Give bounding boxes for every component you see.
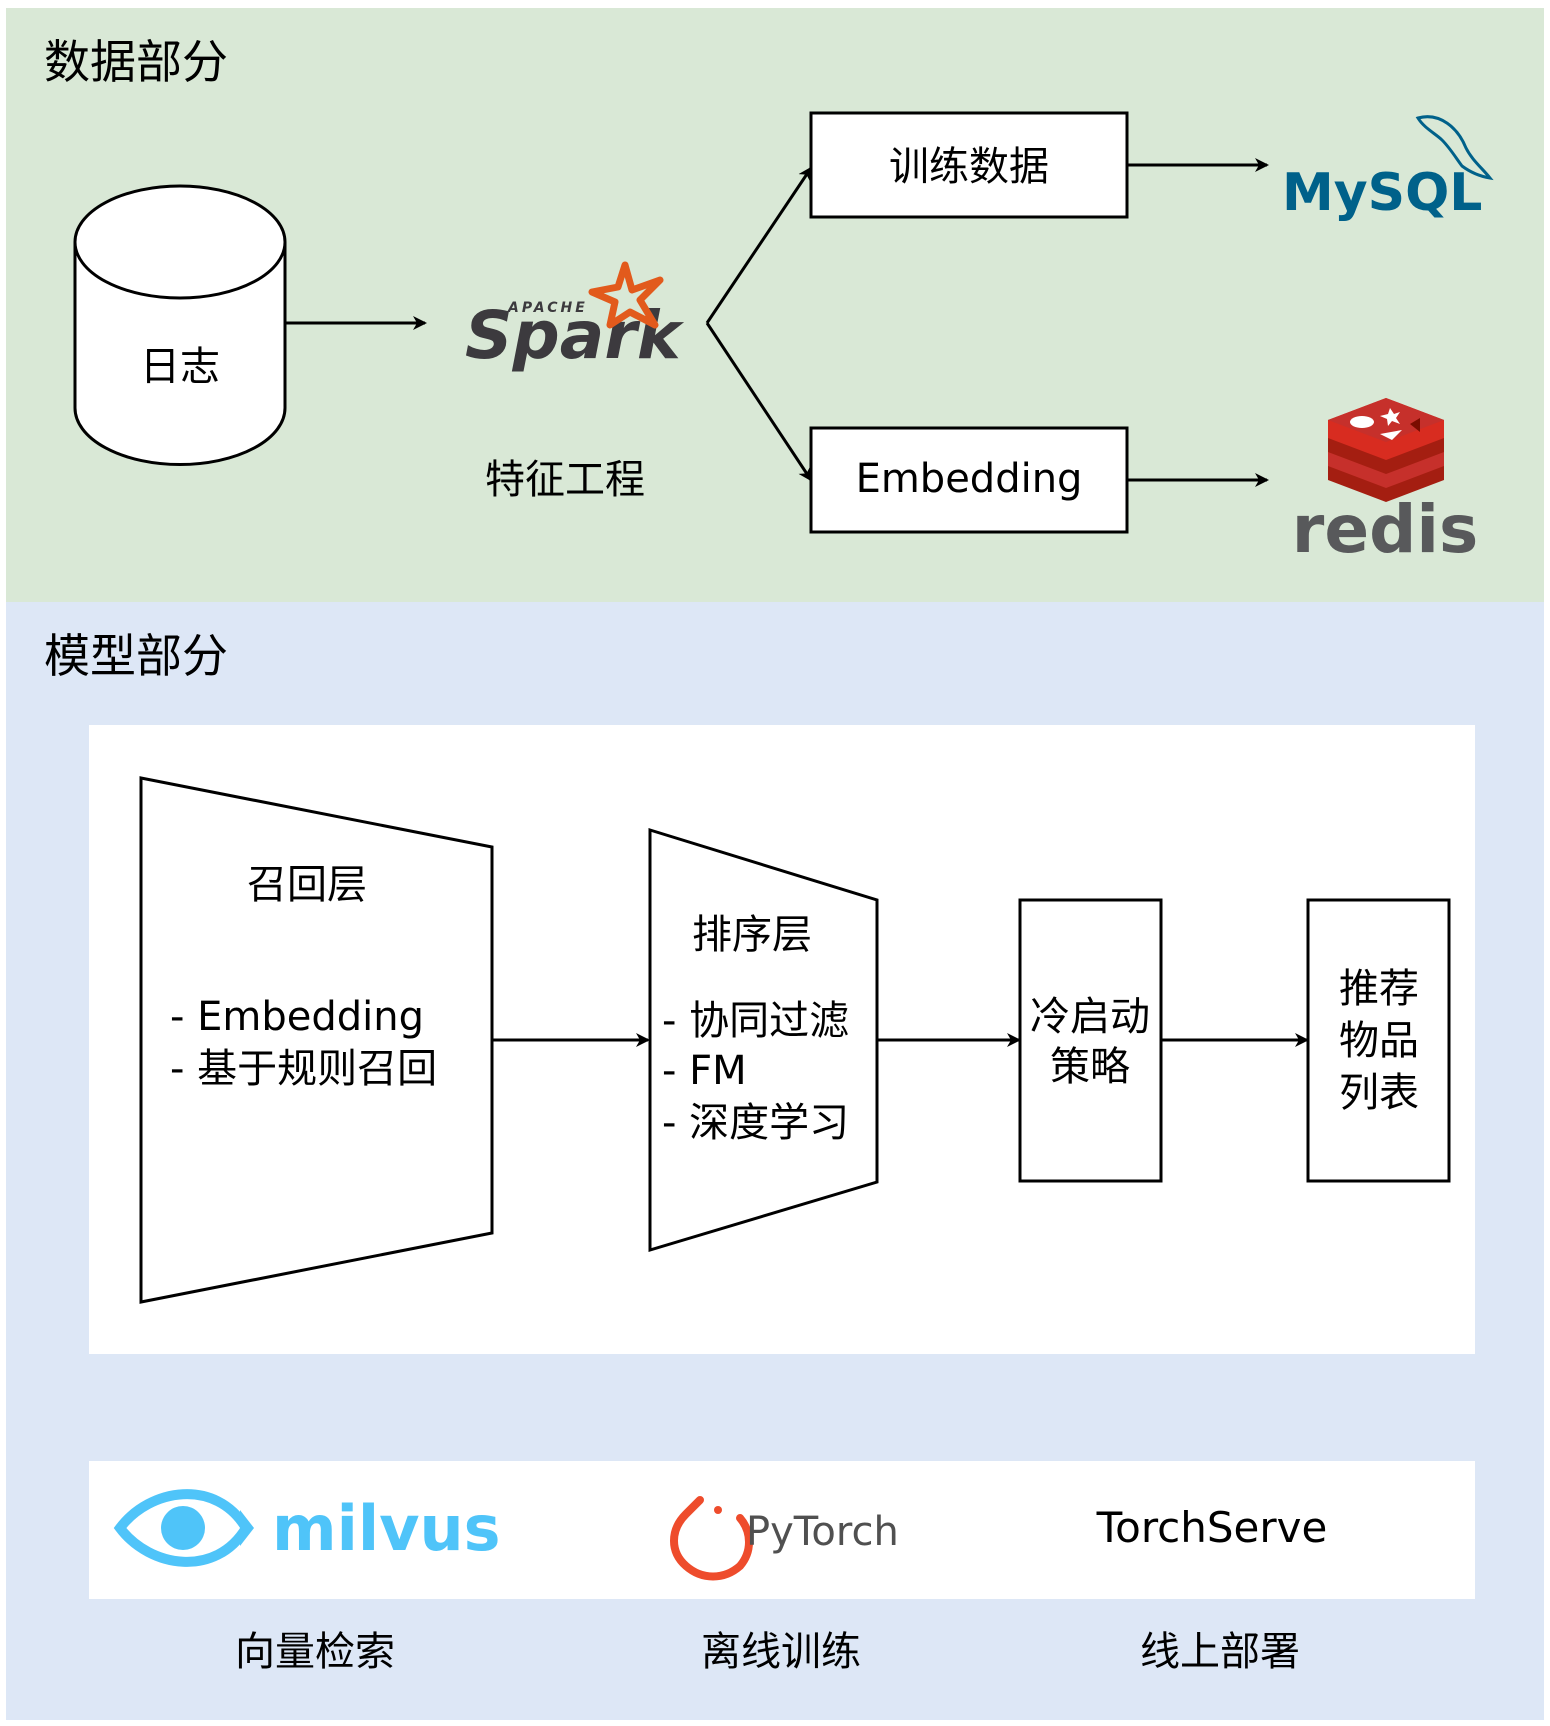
torchserve-logo-text: TorchServe xyxy=(1096,1503,1328,1552)
model-section-title: 模型部分 xyxy=(44,629,228,683)
architecture-diagram: 数据部分 日志 APACHE Spark 特征工程 训练数据 Embedding… xyxy=(6,8,1544,1720)
mysql-logo-text: MySQL xyxy=(1282,163,1482,223)
recall-layer-item: - Embedding xyxy=(170,994,424,1040)
recall-layer-title: 召回层 xyxy=(247,862,367,908)
recommend-list-label-line: 物品 xyxy=(1339,1018,1419,1064)
recall-layer-item: - 基于规则召回 xyxy=(170,1046,437,1092)
redis-logo-text: redis xyxy=(1292,491,1478,568)
cold-start-box xyxy=(1018,898,1163,1183)
online-deployment-caption: 线上部署 xyxy=(1140,1629,1300,1675)
log-label: 日志 xyxy=(140,344,220,390)
redis-cube-icon xyxy=(1328,398,1444,502)
ranking-layer-item: - 深度学习 xyxy=(662,1100,849,1146)
recommend-list-label-line: 列表 xyxy=(1339,1070,1419,1116)
cold-start-label-line: 策略 xyxy=(1050,1044,1130,1090)
training-data-label: 训练数据 xyxy=(889,144,1049,190)
ranking-layer-title: 排序层 xyxy=(692,912,812,958)
log-database-cylinder xyxy=(73,184,287,466)
offline-training-caption: 离线训练 xyxy=(701,1629,861,1675)
feature-engineering-label: 特征工程 xyxy=(485,457,645,503)
ranking-layer-item: - FM xyxy=(662,1048,747,1094)
ranking-layer-item: - 协同过滤 xyxy=(662,998,849,1044)
vector-search-caption: 向量检索 xyxy=(235,1629,395,1675)
pytorch-logo-text: PyTorch xyxy=(746,1509,899,1555)
cold-start-label-line: 冷启动 xyxy=(1030,994,1150,1040)
embedding-label: Embedding xyxy=(856,456,1083,502)
data-section-title: 数据部分 xyxy=(44,35,228,89)
milvus-logo-text: milvus xyxy=(272,1492,501,1565)
spark-logo-text: Spark xyxy=(465,297,685,374)
recommend-list-label-line: 推荐 xyxy=(1339,966,1419,1012)
recall-layer-trapezoid xyxy=(139,776,494,1304)
